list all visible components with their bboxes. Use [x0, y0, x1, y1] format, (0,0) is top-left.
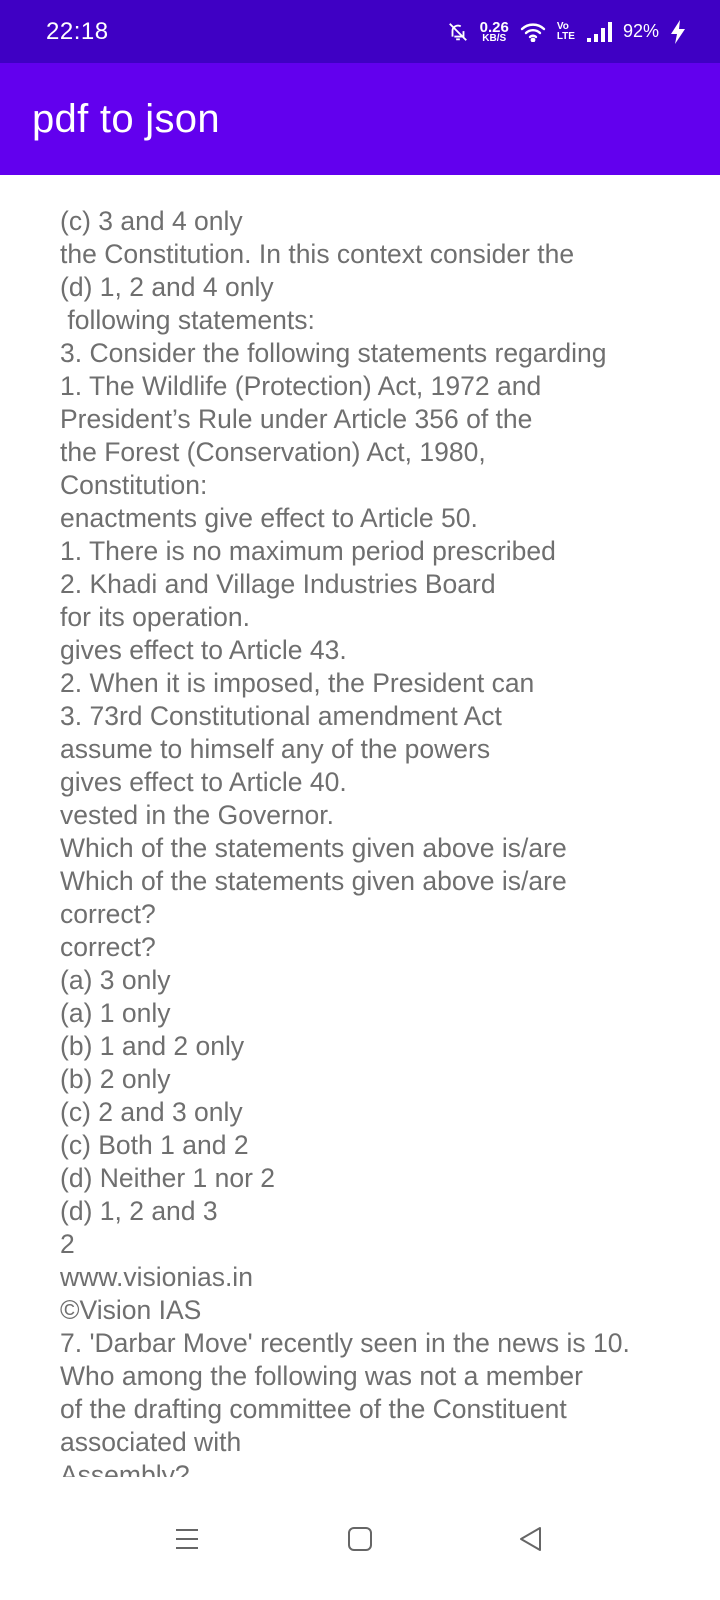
volte-indicator: Vo LTE	[556, 20, 575, 42]
signal-icon	[586, 21, 612, 42]
status-icons: 0.26 KB/S Vo LTE 92%	[447, 19, 686, 44]
volte-bottom: LTE	[556, 30, 575, 42]
wifi-icon	[520, 22, 546, 42]
status-time: 22:18	[46, 17, 109, 45]
navigation-bar	[0, 1477, 720, 1600]
home-icon[interactable]	[338, 1517, 382, 1561]
app-bar: pdf to json	[0, 63, 720, 175]
menu-icon[interactable]	[165, 1517, 209, 1561]
volte-top: Vo	[556, 20, 569, 32]
network-speed-unit: KB/S	[482, 32, 507, 44]
status-bar: 22:18 0.26 KB/S Vo LTE 92%	[0, 0, 720, 63]
network-speed: 0.26 KB/S	[480, 20, 509, 44]
extracted-text: (c) 3 and 4 only the Constitution. In th…	[60, 206, 630, 1477]
charging-icon	[670, 19, 686, 44]
battery-level: 92%	[622, 21, 659, 41]
back-icon[interactable]	[509, 1517, 553, 1561]
pdf-text-scroll-view[interactable]: (c) 3 and 4 only the Constitution. In th…	[0, 175, 720, 1477]
app-title: pdf to json	[32, 96, 220, 141]
mute-bell-icon	[447, 21, 469, 43]
